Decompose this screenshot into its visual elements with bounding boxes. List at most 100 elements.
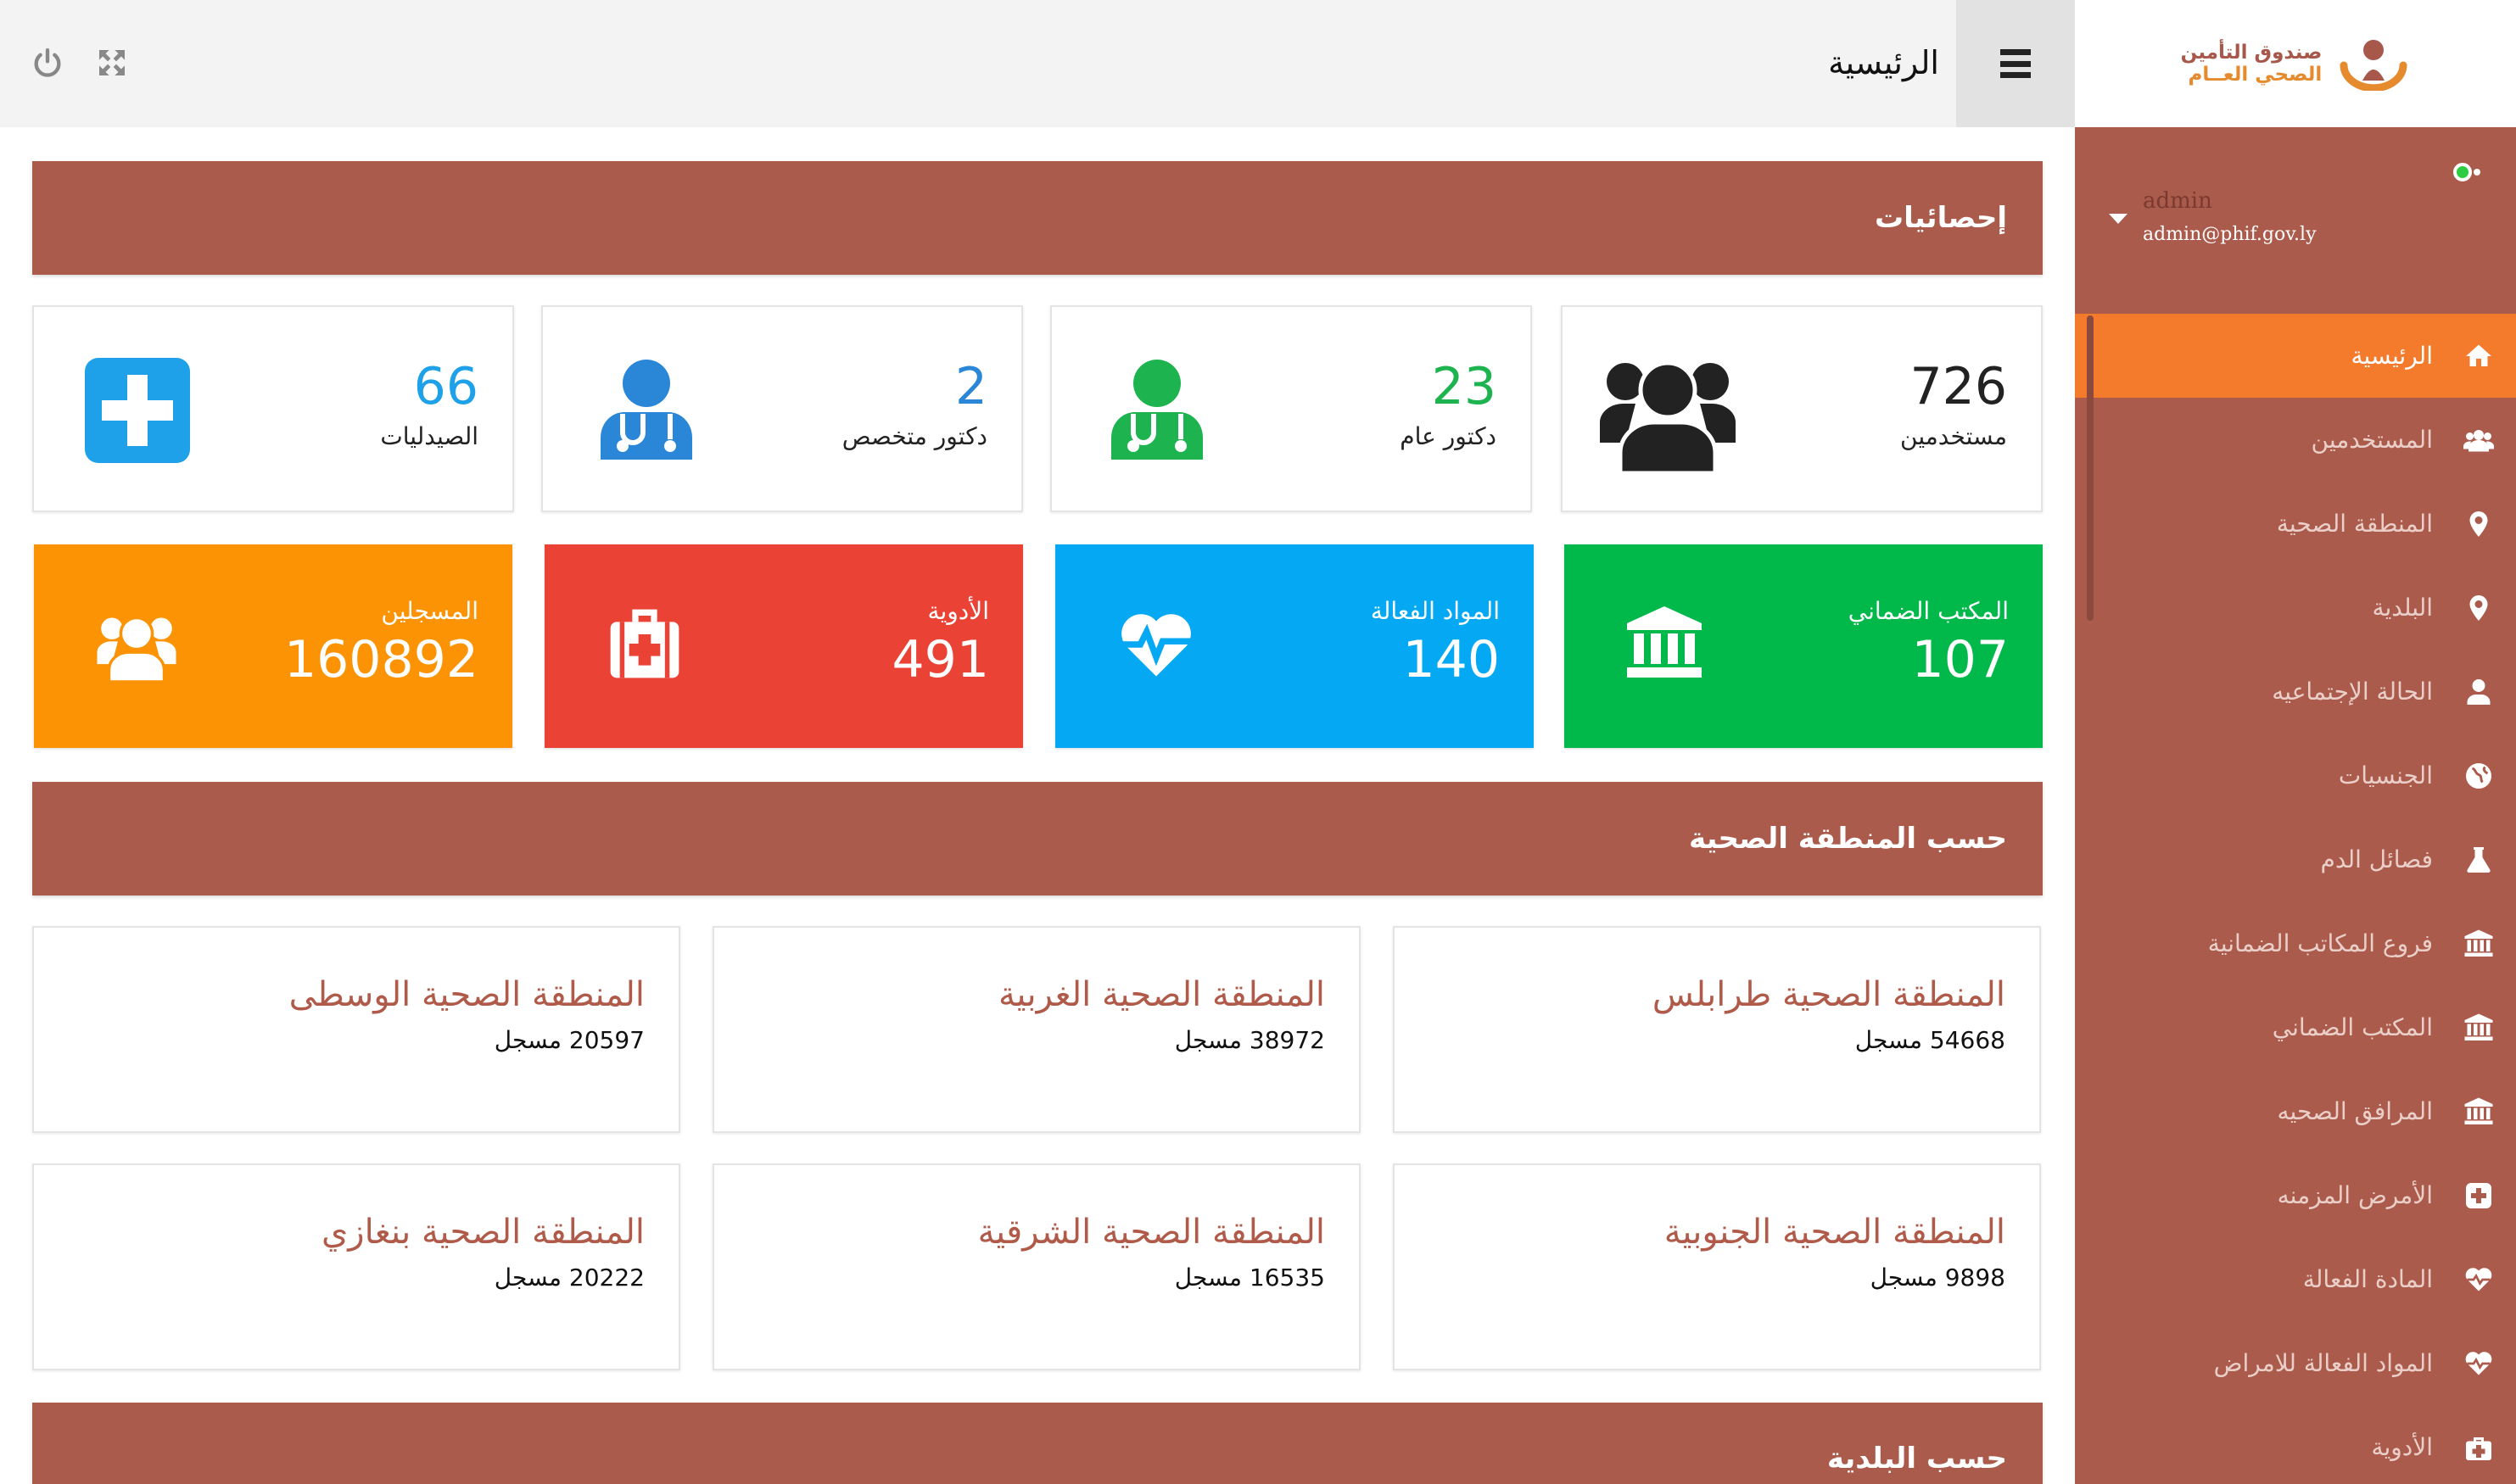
sidebar-item-medicines[interactable]: الأدوية xyxy=(2090,1405,2516,1484)
municipality-section-header: حسب البلدية xyxy=(32,1403,2043,1484)
region-count: 16535 مسجل xyxy=(1174,1264,1325,1292)
stat-card-pharmacies[interactable]: 66 الصيدليات xyxy=(32,305,514,512)
sidebar-item-label: الأدوية xyxy=(2371,1433,2433,1461)
card-value: 140 xyxy=(1402,630,1500,689)
topbar-actions xyxy=(31,46,129,80)
region-name: المنطقة الصحية الوسطى xyxy=(288,975,645,1014)
sidebar-item-label: المستخدمين xyxy=(2311,426,2433,454)
doctor-icon xyxy=(601,360,692,460)
brand-mark-icon xyxy=(2340,40,2407,91)
map-marker-icon xyxy=(2462,507,2496,541)
globe-icon xyxy=(2462,759,2496,793)
power-icon[interactable] xyxy=(31,46,64,80)
sidebar-item-office-branches[interactable]: فروع المكاتب الضمانية xyxy=(2090,901,2516,985)
online-status-icon xyxy=(2453,163,2480,181)
plus-square-icon xyxy=(2462,1179,2496,1213)
user-name: admin xyxy=(2143,188,2212,214)
sidebar-item-label: البلدية xyxy=(2372,594,2433,622)
stat-value: 2 xyxy=(954,357,987,416)
stat-card-users[interactable]: 726 مستخدمين xyxy=(1561,305,2043,512)
users-icon xyxy=(1600,360,1736,473)
sidebar-item-label: الأمرض المزمنه xyxy=(2277,1181,2433,1209)
sidebar-item-label: الحالة الإجتماعيه xyxy=(2272,678,2433,706)
color-card-insurance-office[interactable]: المكتب الضماني 107 xyxy=(1564,544,2043,748)
medkit-icon xyxy=(2462,1431,2496,1464)
main-content: إحصائيات 726 مستخدمين 23 دكتور عام 2 دكت… xyxy=(0,127,2075,1484)
sidebar-item-label: المنطقة الصحية xyxy=(2276,510,2433,538)
page-title: الرئيسية xyxy=(1828,44,1939,81)
stat-value: 66 xyxy=(413,357,478,416)
region-name: المنطقة الصحية طرابلس xyxy=(1652,975,2005,1014)
sidebar-item-label: الرئيسية xyxy=(2351,342,2433,370)
heartbeat-icon xyxy=(2462,1263,2496,1297)
flask-icon xyxy=(2462,843,2496,877)
region-count: 38972 مسجل xyxy=(1174,1026,1325,1054)
color-card-registered[interactable]: المسجلين 160892 xyxy=(34,544,512,748)
users-icon xyxy=(97,616,176,682)
brand-logo[interactable]: صندوق التأمين الصحي العــام xyxy=(2075,0,2516,127)
stat-label: دكتور متخصص xyxy=(841,422,987,450)
sidebar-nav: الرئيسية المستخدمين المنطقة الصحية البلد… xyxy=(2075,314,2516,1484)
stat-card-general-doctor[interactable]: 23 دكتور عام xyxy=(1050,305,1532,512)
users-icon xyxy=(2462,423,2496,457)
card-label: المواد الفعالة xyxy=(1370,597,1500,625)
stat-label: مستخدمين xyxy=(1900,422,2007,450)
sidebar-item-ingredients-diseases[interactable]: المواد الفعالة للامراض xyxy=(2090,1321,2516,1405)
region-card-southern[interactable]: المنطقة الصحية الجنوبية 9898 مسجل xyxy=(1393,1163,2041,1370)
institution-icon xyxy=(1627,606,1702,678)
region-card-eastern[interactable]: المنطقة الصحية الشرقية 16535 مسجل xyxy=(713,1163,1361,1370)
menu-toggle-button[interactable] xyxy=(1956,0,2075,127)
sidebar: صندوق التأمين الصحي العــام admin admin@… xyxy=(2075,0,2516,1484)
region-name: المنطقة الصحية بنغازي xyxy=(321,1213,645,1252)
region-card-benghazi[interactable]: المنطقة الصحية بنغازي 20222 مسجل xyxy=(32,1163,680,1370)
pharmacy-plus-icon xyxy=(85,358,190,463)
region-name: المنطقة الصحية الجنوبية xyxy=(1663,1213,2005,1252)
stat-card-specialist-doctor[interactable]: 2 دكتور متخصص xyxy=(541,305,1023,512)
sidebar-item-label: المادة الفعالة xyxy=(2302,1265,2433,1293)
map-marker-icon xyxy=(2462,591,2496,625)
section-title: حسب البلدية xyxy=(1826,1442,2007,1476)
hamburger-icon xyxy=(2000,49,2031,78)
stat-label: الصيدليات xyxy=(380,422,478,450)
sidebar-item-label: الجنسيات xyxy=(2338,762,2433,789)
sidebar-item-chronic-diseases[interactable]: الأمرض المزمنه xyxy=(2090,1153,2516,1237)
sidebar-item-nationalities[interactable]: الجنسيات xyxy=(2090,734,2516,817)
sidebar-item-blood-types[interactable]: فصائل الدم xyxy=(2090,817,2516,901)
region-card-central[interactable]: المنطقة الصحية الوسطى 20597 مسجل xyxy=(32,926,680,1133)
home-icon xyxy=(2462,339,2496,373)
region-count: 20597 مسجل xyxy=(494,1026,645,1054)
section-title: إحصائيات xyxy=(1874,201,2007,235)
card-value: 491 xyxy=(892,630,989,689)
institution-icon xyxy=(2462,1095,2496,1129)
sidebar-item-marital-status[interactable]: الحالة الإجتماعيه xyxy=(2090,650,2516,734)
user-icon xyxy=(2462,675,2496,709)
brand-text: صندوق التأمين الصحي العــام xyxy=(2181,42,2323,86)
sidebar-item-municipality[interactable]: البلدية xyxy=(2090,566,2516,650)
sidebar-item-insurance-office[interactable]: المكتب الضماني xyxy=(2090,985,2516,1069)
fullscreen-icon[interactable] xyxy=(95,46,129,80)
sidebar-item-health-facilities[interactable]: المرافق الصحيه xyxy=(2090,1069,2516,1153)
institution-icon xyxy=(2462,1011,2496,1045)
caret-down-icon[interactable] xyxy=(2109,214,2127,224)
sidebar-item-health-region[interactable]: المنطقة الصحية xyxy=(2090,482,2516,566)
sidebar-scrollbar[interactable] xyxy=(2087,315,2094,621)
sidebar-item-label: المواد الفعالة للامراض xyxy=(2213,1349,2433,1377)
color-card-medicines[interactable]: الأدوية 491 xyxy=(545,544,1023,748)
topbar: الرئيسية xyxy=(0,0,2075,127)
user-panel[interactable]: admin admin@phif.gov.ly xyxy=(2075,127,2516,314)
sidebar-item-label: فصائل الدم xyxy=(2320,845,2433,873)
sidebar-item-users[interactable]: المستخدمين xyxy=(2090,398,2516,482)
sidebar-item-label: المكتب الضماني xyxy=(2272,1013,2433,1041)
region-card-tripoli[interactable]: المنطقة الصحية طرابلس 54668 مسجل xyxy=(1393,926,2041,1133)
sidebar-item-label: فروع المكاتب الضمانية xyxy=(2207,929,2433,957)
stat-label: دكتور عام xyxy=(1400,422,1496,450)
card-label: المسجلين xyxy=(381,597,478,625)
card-value: 107 xyxy=(1911,630,2009,689)
sidebar-item-home[interactable]: الرئيسية xyxy=(2075,314,2516,398)
color-card-active-ingredients[interactable]: المواد الفعالة 140 xyxy=(1055,544,1534,748)
region-card-western[interactable]: المنطقة الصحية الغربية 38972 مسجل xyxy=(713,926,1361,1133)
stat-value: 23 xyxy=(1431,357,1496,416)
sidebar-item-active-ingredient[interactable]: المادة الفعالة xyxy=(2090,1237,2516,1321)
medkit-icon xyxy=(610,609,679,678)
stat-value: 726 xyxy=(1909,357,2007,416)
